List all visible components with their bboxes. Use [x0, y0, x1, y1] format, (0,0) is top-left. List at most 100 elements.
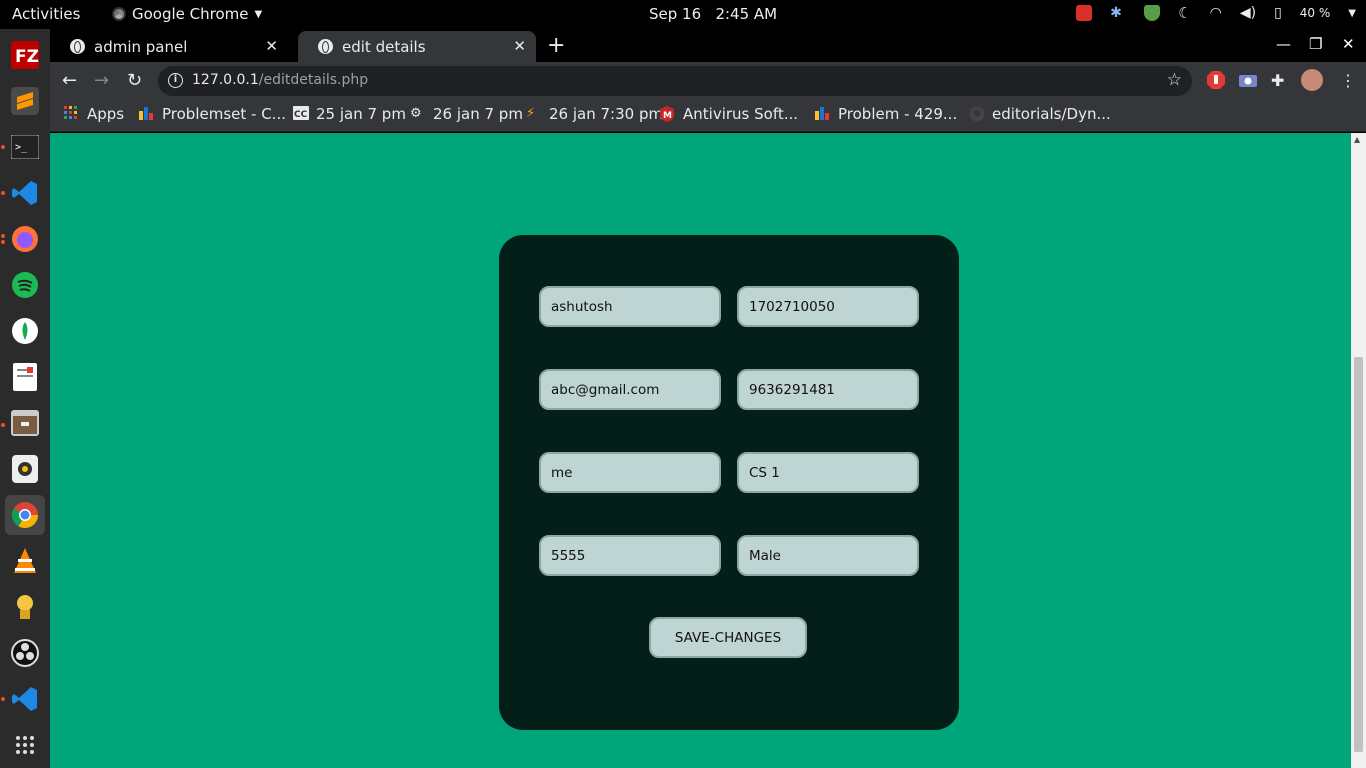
- password-field[interactable]: [539, 535, 721, 576]
- minimize-button[interactable]: —: [1276, 35, 1291, 53]
- date-label: Sep 16: [649, 5, 702, 23]
- vertical-scrollbar[interactable]: ▲: [1351, 133, 1366, 768]
- mongodb-compass-icon[interactable]: [5, 311, 45, 351]
- edit-details-form: SAVE-CHANGES: [499, 235, 959, 730]
- chevron-down-icon[interactable]: ▼: [1348, 8, 1356, 19]
- branch-field[interactable]: [737, 452, 919, 493]
- bookmarks-bar: Apps Problemset - C... CC 25 jan 7 pm ⚙ …: [50, 99, 1366, 132]
- obs-icon[interactable]: [5, 633, 45, 673]
- firefox-icon[interactable]: [5, 219, 45, 259]
- scroll-up-arrow-icon[interactable]: ▲: [1354, 135, 1360, 144]
- maximize-button[interactable]: ❐: [1309, 35, 1322, 53]
- bookmark-label: Antivirus Soft...: [683, 105, 799, 123]
- svg-text:M: M: [663, 111, 672, 121]
- tab-edit-details[interactable]: edit details ✕: [298, 31, 536, 62]
- github-icon: [969, 106, 985, 122]
- chevron-down-icon: ▼: [254, 8, 263, 20]
- bookmark-antivirus[interactable]: M Antivirus Soft...: [660, 105, 798, 123]
- close-window-button[interactable]: ✕: [1342, 35, 1355, 53]
- wifi-icon[interactable]: ◠: [1210, 5, 1222, 21]
- bookmark-editorials[interactable]: editorials/Dyn...: [969, 105, 1111, 123]
- globe-icon: [70, 39, 85, 54]
- extensions-puzzle-icon[interactable]: ✚: [1271, 71, 1289, 90]
- toolbox-icon[interactable]: [1076, 5, 1093, 21]
- file-manager-icon[interactable]: [5, 403, 45, 443]
- url-host: 127.0.0.1: [192, 72, 259, 88]
- battery-icon[interactable]: ▯: [1274, 5, 1282, 21]
- chrome-icon[interactable]: [5, 495, 45, 535]
- bookmark-26-jan-730pm[interactable]: ⚡ 26 jan 7:30 pm: [526, 105, 663, 123]
- close-icon[interactable]: ✕: [265, 37, 278, 55]
- info-icon[interactable]: i: [168, 73, 183, 88]
- bookmark-label: Problem - 429...: [838, 105, 958, 123]
- sublime-text-icon[interactable]: [5, 81, 45, 121]
- bluetooth-icon[interactable]: ✱: [1110, 5, 1126, 21]
- browser-toolbar: ← → ↻ i 127.0.0.1/editdetails.php ☆ ✚ ⋮: [50, 62, 1366, 99]
- bookmark-problem-429[interactable]: Problem - 429...: [815, 105, 957, 123]
- address-bar[interactable]: i 127.0.0.1/editdetails.php ☆: [158, 66, 1192, 96]
- vscode-icon[interactable]: [5, 679, 45, 719]
- menu-kebab-icon[interactable]: ⋮: [1340, 71, 1358, 90]
- spotify-icon[interactable]: [5, 265, 45, 305]
- back-button[interactable]: ←: [62, 70, 77, 91]
- app-name: Google Chrome: [132, 5, 249, 23]
- rhythmbox-icon[interactable]: [5, 449, 45, 489]
- bookmark-label: editorials/Dyn...: [992, 105, 1111, 123]
- clock[interactable]: Sep 16 2:45 AM: [649, 5, 777, 23]
- adblock-icon[interactable]: [1207, 71, 1225, 89]
- bookmark-star-icon[interactable]: ☆: [1167, 70, 1182, 90]
- shield-icon[interactable]: [1144, 5, 1161, 21]
- codeforces-icon: [139, 107, 153, 120]
- app-menu[interactable]: Google Chrome ▼: [112, 5, 262, 23]
- tab-title: admin panel: [94, 37, 188, 56]
- save-changes-button[interactable]: SAVE-CHANGES: [649, 617, 807, 658]
- name-field[interactable]: [539, 286, 721, 327]
- hackerearth-icon: ⚡: [526, 106, 536, 121]
- bookmark-problemset[interactable]: Problemset - C...: [139, 105, 286, 123]
- bookmark-label: Problemset - C...: [162, 105, 286, 123]
- svg-text:FZ: FZ: [15, 47, 39, 67]
- roll-number-field[interactable]: [737, 286, 919, 327]
- volume-icon[interactable]: ◀): [1240, 5, 1256, 21]
- battery-label: 40 %: [1299, 6, 1331, 20]
- terminal-icon[interactable]: >_: [5, 127, 45, 167]
- url-text[interactable]: 127.0.0.1/editdetails.php: [192, 72, 368, 88]
- globe-icon: [318, 39, 333, 54]
- tab-title: edit details: [342, 37, 426, 56]
- phone-field[interactable]: [737, 369, 919, 410]
- apps-grid-icon: [64, 106, 77, 119]
- time-label: 2:45 AM: [715, 5, 778, 23]
- vscode-icon[interactable]: [5, 173, 45, 213]
- bookmark-label: 26 jan 7 pm: [433, 105, 523, 123]
- page-viewport: SAVE-CHANGES ▲: [50, 133, 1366, 768]
- reload-button[interactable]: ↻: [127, 70, 142, 91]
- bookmark-25-jan[interactable]: CC 25 jan 7 pm: [293, 105, 406, 123]
- forward-button[interactable]: →: [94, 70, 109, 91]
- filezilla-icon[interactable]: FZ: [5, 35, 45, 75]
- bookmark-label: Apps: [87, 105, 125, 123]
- gender-field[interactable]: [737, 535, 919, 576]
- bookmark-apps[interactable]: Apps: [64, 105, 124, 123]
- night-light-icon[interactable]: ☾: [1178, 4, 1191, 22]
- chrome-icon: [112, 7, 126, 21]
- scrollbar-thumb[interactable]: [1354, 357, 1363, 752]
- activities-button[interactable]: Activities: [12, 5, 80, 23]
- close-icon[interactable]: ✕: [513, 37, 526, 55]
- tab-admin-panel[interactable]: admin panel ✕: [50, 31, 288, 62]
- bookmark-26-jan-7pm[interactable]: ⚙ 26 jan 7 pm: [410, 105, 523, 123]
- document-viewer-icon[interactable]: [5, 357, 45, 397]
- camera-extension-icon[interactable]: [1239, 71, 1257, 89]
- system-top-bar: Activities Google Chrome ▼ Sep 16 2:45 A…: [0, 0, 1366, 29]
- profile-avatar[interactable]: [1301, 69, 1323, 91]
- vlc-icon[interactable]: [5, 541, 45, 581]
- atcoder-icon: ⚙: [410, 106, 422, 121]
- cheese-icon[interactable]: [5, 587, 45, 627]
- url-path: /editdetails.php: [258, 72, 369, 88]
- email-field[interactable]: [539, 369, 721, 410]
- svg-text:CC: CC: [294, 110, 308, 120]
- bookmark-label: 25 jan 7 pm: [316, 105, 406, 123]
- new-tab-button[interactable]: +: [547, 33, 565, 58]
- system-tray[interactable]: ✱ ☾ ◠ ◀) ▯ 40 % ▼: [1076, 4, 1356, 22]
- show-applications-icon[interactable]: [5, 725, 45, 765]
- username-field[interactable]: [539, 452, 721, 493]
